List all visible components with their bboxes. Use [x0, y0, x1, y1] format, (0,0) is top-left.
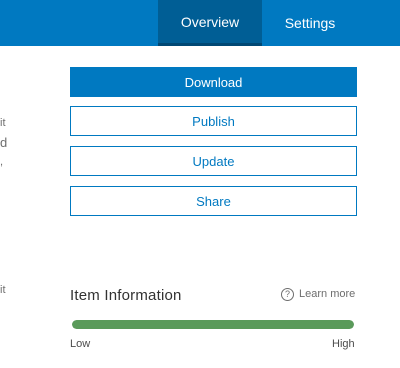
- publish-button[interactable]: Publish: [70, 106, 357, 136]
- share-button[interactable]: Share: [70, 186, 357, 216]
- item-information-meter: [72, 320, 354, 329]
- truncated-text-fragment: ,: [0, 156, 4, 168]
- learn-more-label: Learn more: [299, 288, 356, 300]
- question-circle-icon: ?: [281, 287, 294, 301]
- update-button[interactable]: Update: [70, 146, 357, 176]
- tab-settings[interactable]: Settings: [262, 0, 358, 46]
- download-button[interactable]: Download: [70, 67, 357, 97]
- truncated-text-fragment: it: [0, 117, 6, 129]
- top-nav-bar: Overview Settings: [0, 0, 400, 46]
- meter-low-label: Low: [70, 338, 91, 350]
- learn-more-link[interactable]: ? Learn more: [281, 285, 355, 303]
- meter-high-label: High: [332, 338, 355, 350]
- meter-fill: [72, 320, 354, 329]
- tab-overview[interactable]: Overview: [158, 0, 262, 46]
- item-information-title: Item Information: [70, 287, 182, 304]
- truncated-text-fragment: d: [0, 135, 8, 150]
- truncated-text-fragment: it: [0, 284, 6, 296]
